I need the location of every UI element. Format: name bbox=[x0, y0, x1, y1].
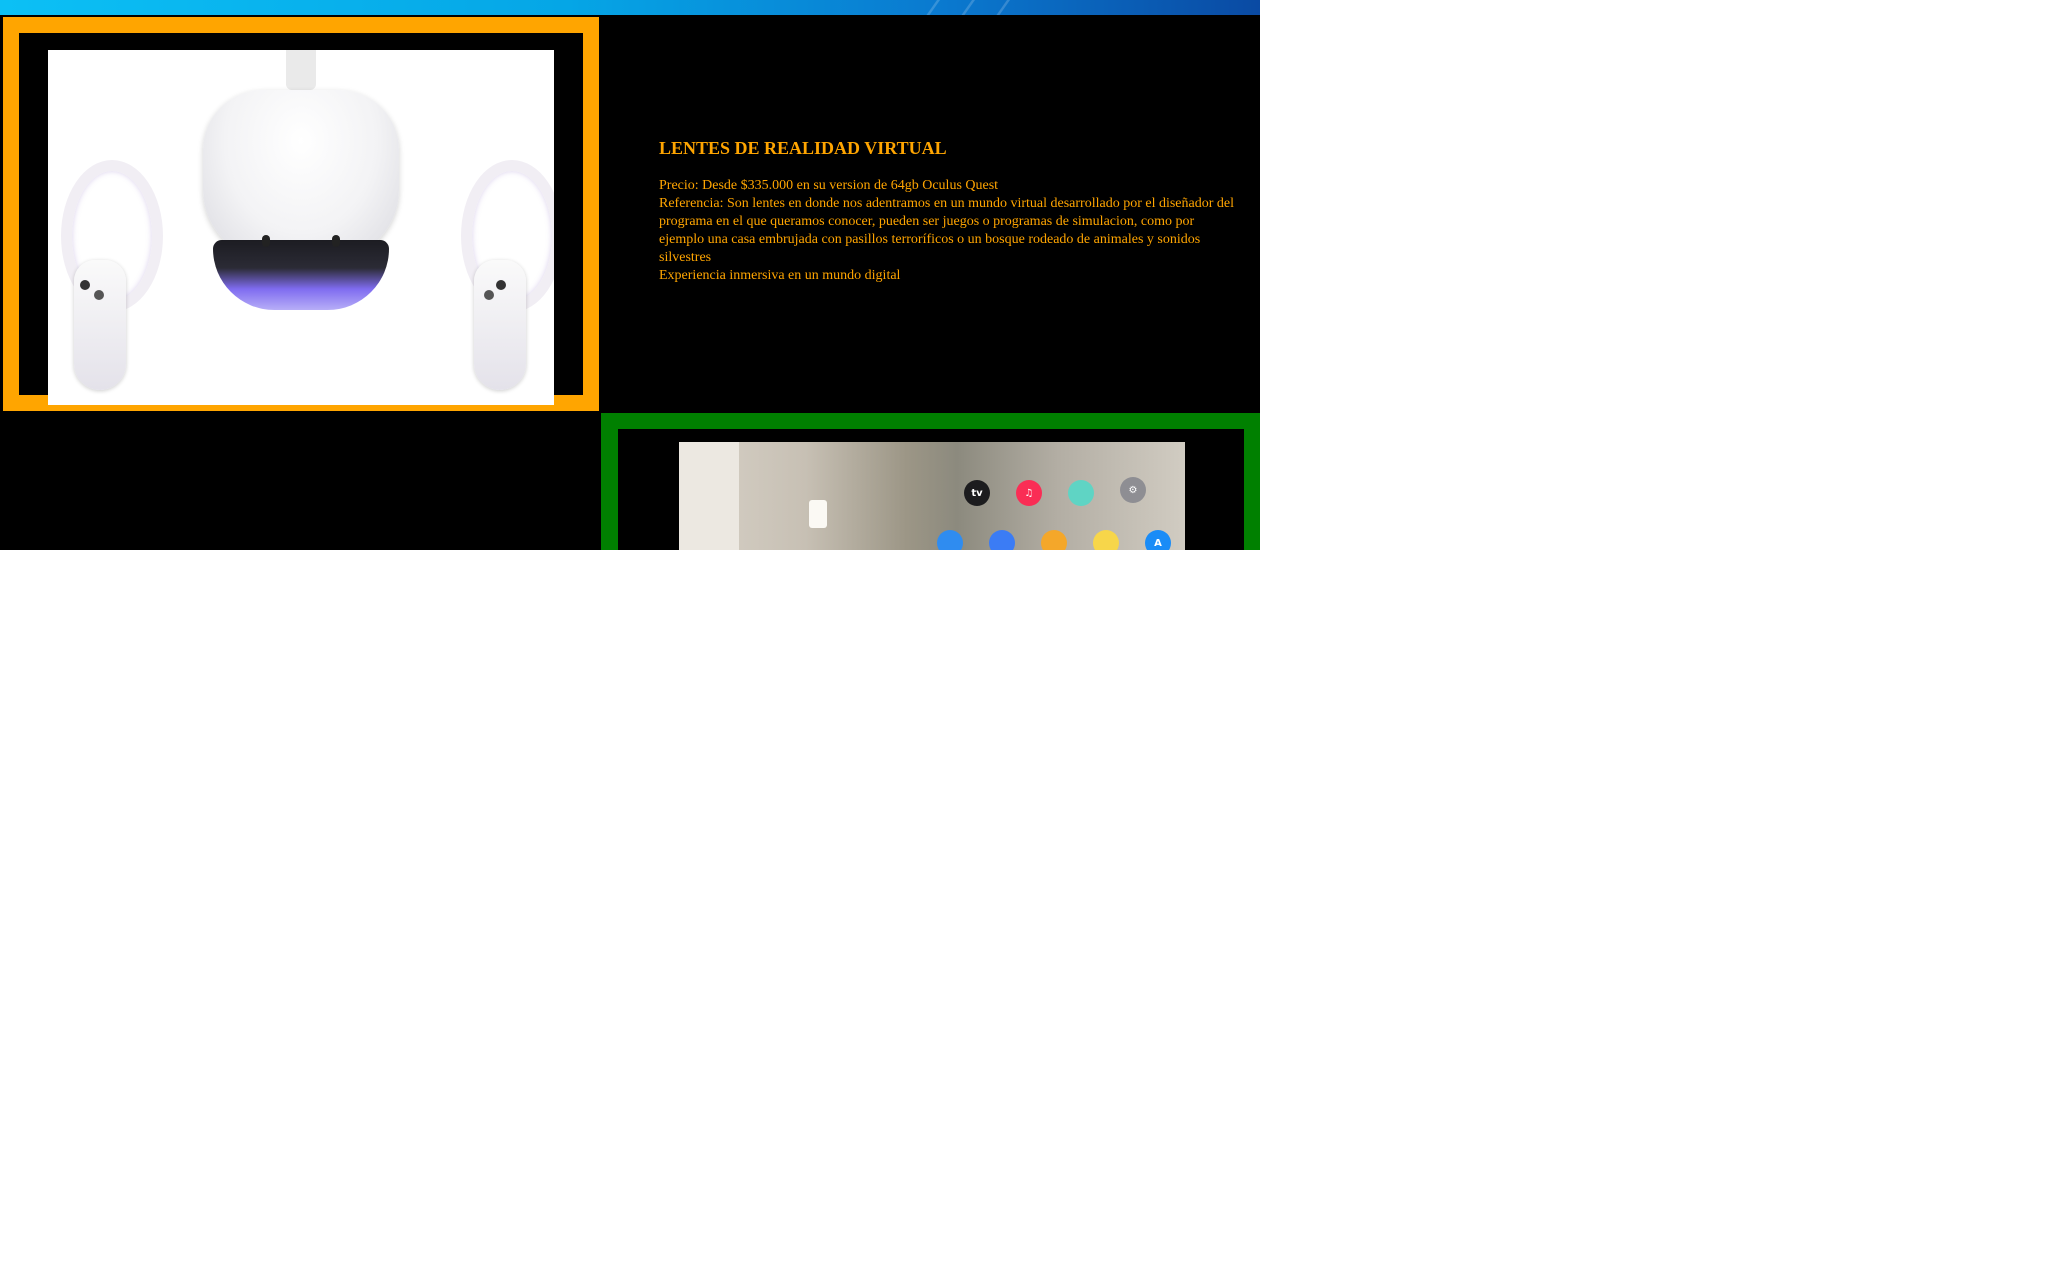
notes-icon bbox=[1093, 530, 1119, 550]
ar-image-inner: tv ♫ ⚙ A bbox=[618, 429, 1244, 550]
photos-icon bbox=[1041, 530, 1067, 550]
page: LENTES DE REALIDAD VIRTUAL Precio: Desde… bbox=[0, 0, 1260, 550]
vr-product-experience: Experiencia inmersiva en un mundo digita… bbox=[659, 268, 901, 283]
vr-image-inner bbox=[19, 33, 583, 405]
settings-icon: ⚙ bbox=[1120, 477, 1146, 503]
safari-icon bbox=[937, 530, 963, 550]
ar-headset-photo: tv ♫ ⚙ A bbox=[679, 442, 1185, 550]
ar-product-image-frame: tv ♫ ⚙ A bbox=[601, 413, 1260, 550]
vr-product-reference: Referencia: Son lentes en donde nos aden… bbox=[659, 196, 1234, 265]
apple-tv-icon: tv bbox=[964, 480, 990, 506]
vr-product-image-frame bbox=[3, 17, 599, 411]
right-controller-image bbox=[456, 160, 554, 390]
vr-product-title: LENTES DE REALIDAD VIRTUAL bbox=[659, 138, 947, 158]
left-controller-image bbox=[56, 160, 163, 390]
keynote-icon bbox=[989, 530, 1015, 550]
music-icon: ♫ bbox=[1016, 480, 1042, 506]
vr-product-price: Precio: Desde $335.000 en su version de … bbox=[659, 178, 999, 193]
vr-headset-image bbox=[48, 50, 554, 405]
mindfulness-icon bbox=[1068, 480, 1094, 506]
vr-product-description: LENTES DE REALIDAD VIRTUAL Precio: Desde… bbox=[659, 138, 1239, 285]
app-store-icon: A bbox=[1145, 530, 1171, 550]
top-banner bbox=[0, 0, 1260, 15]
